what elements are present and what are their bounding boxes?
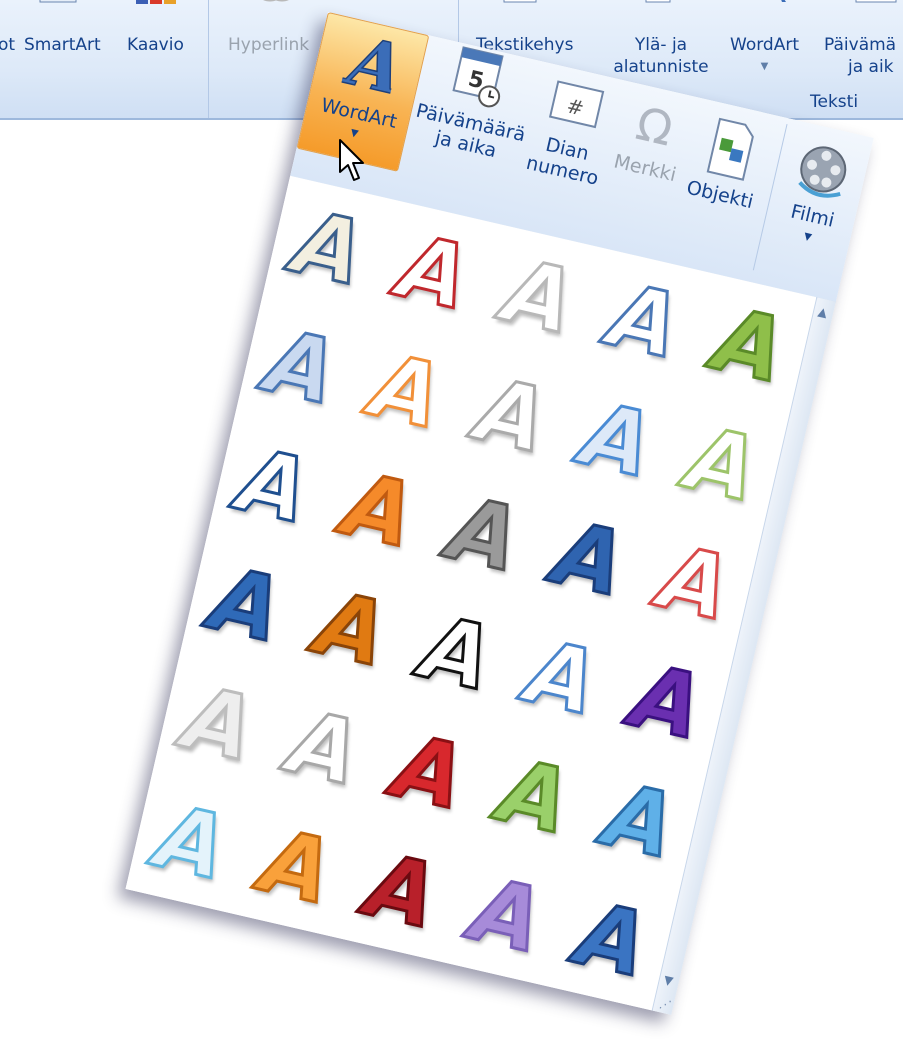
object-label: Objekti [684,176,756,214]
ribbon-button-label: Päivämä [824,35,897,55]
film-reel-icon [798,146,847,198]
mouse-pointer-icon [339,139,364,181]
ribbon-button-label: Hyperlink [228,35,310,55]
ribbon-group-label: Teksti [810,92,859,112]
wordart-style-preview: A [173,663,266,782]
date-time-button[interactable]: 5 Päivämäärä ja aika [409,36,543,167]
wordart-style-preview: A [466,355,559,474]
ribbon-button-label: Kaavio [127,35,184,55]
ribbon-button-label: Ylä- ja [634,35,688,55]
wordart-style-preview: A [461,855,554,974]
wordart-style-preview: A [356,831,449,950]
wordart-style-preview: A [306,569,399,688]
wordart-style-preview: A [544,499,637,618]
ribbon-button-label: ot [0,35,16,55]
svg-text:A: A [340,25,404,101]
ribbon-button-smartart[interactable]: SmartArt [24,34,101,56]
chart-icon [136,0,176,4]
wordart-icon: A [340,25,404,101]
wordart-style-preview: A [146,782,239,901]
wordart-style-preview: A [438,474,531,593]
wordart-style-preview: A [200,545,293,664]
wordart-style-preview: A [649,523,742,642]
wordart-style-preview: A [251,807,344,926]
textbox-icon [503,0,537,3]
header-footer-icon [645,0,671,3]
wordart-style-preview: A [594,761,687,880]
calendar-clock-icon: 5 [452,46,504,108]
ribbon-separator [208,0,209,118]
wordart-style-preview: A [228,426,321,545]
wordart-style-preview: A [489,736,582,855]
ribbon-button-label: ja aik [848,57,894,77]
wordart-flyout: A WordArt ▼ 5 Päivämäärä ja aika # Dian … [125,12,874,1015]
resize-grip-icon[interactable]: ⋰ [658,996,673,1012]
ribbon-button-label: SmartArt [24,35,101,55]
chevron-down-icon: ▼ [760,61,769,72]
ribbon-button-chart[interactable]: Kaavio [127,34,184,56]
wordart-style-preview: A [283,188,376,307]
wordart-style-preview: A [621,642,714,761]
wordart-icon [781,0,786,2]
picture-icon [39,0,77,3]
object-button[interactable]: Objekti [676,111,779,215]
wordart-style-preview: A [278,688,371,807]
ribbon-button-label: alatunniste [613,57,709,77]
slide-number-icon: # [548,80,605,129]
wordart-style-preview: A [255,307,348,426]
hyperlink-icon [263,0,289,2]
wordart-style-preview: A [384,712,477,831]
movie-button[interactable]: Filmi ▼ [766,135,868,257]
ribbon-button-date-time[interactable]: Päivämä ja aik [824,34,903,78]
wordart-style-preview: A [516,617,609,736]
date-time-icon [855,0,897,3]
wordart-style-preview: A [567,879,660,998]
wordart-style-preview: A [571,380,664,499]
wordart-style-preview: A [599,261,692,380]
scroll-up-arrow-icon[interactable]: ▲ [817,304,829,320]
ribbon-button-wordart[interactable]: WordArt ▼ [730,34,799,78]
wordart-style-preview: A [676,404,769,523]
wordart-style-preview: A [388,212,481,331]
ribbon-button-hyperlink[interactable]: Hyperlink [228,34,309,56]
wordart-style-gallery: AAAAAAAAAAAAAAAAAAAAAAAAAAAAAA [125,175,817,1011]
scroll-down-arrow-icon[interactable]: ▼ [662,973,674,989]
ribbon-button-label: WordArt [730,35,799,55]
wordart-style-preview: A [333,450,426,569]
wordart-style-preview: A [411,593,504,712]
ribbon-button-picture[interactable]: ot [0,34,15,56]
wordart-style-preview: A [704,285,797,404]
wordart-style-preview: A [493,237,586,356]
ribbon-button-header-footer[interactable]: Ylä- ja alatunniste [602,34,720,78]
wordart-style-preview: A [361,331,454,450]
object-icon [706,117,754,181]
